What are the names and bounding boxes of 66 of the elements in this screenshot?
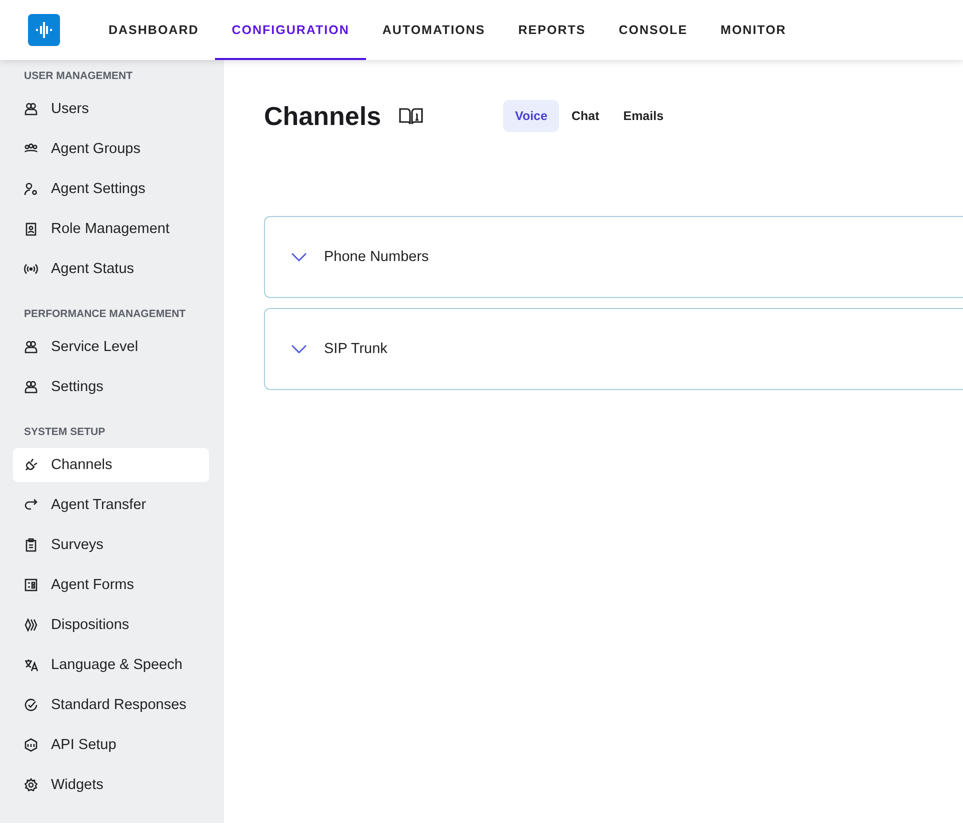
sidebar-item[interactable]: Widgets [13, 768, 209, 802]
sidebar-label: Agent Settings [51, 181, 146, 197]
sidebar-label: Users [51, 101, 89, 117]
section-heading: PERFORMANCE MANAGEMENT [23, 308, 187, 320]
sidebar-label: Agent Status [51, 261, 134, 277]
page-title: Channels [264, 100, 382, 132]
sidebar-label: Channels [51, 457, 112, 473]
panel-title: SIP Trunk [324, 341, 388, 357]
nav-tab[interactable]: MONITOR [704, 0, 803, 60]
sidebar-label: Standard Responses [51, 697, 186, 713]
accordion-panel[interactable]: Phone Numbers [264, 216, 963, 298]
check-circle-icon [24, 698, 38, 712]
clipboard-icon [24, 538, 38, 552]
sidebar-item[interactable]: Agent Groups [13, 132, 209, 166]
users-icon [24, 380, 38, 394]
sidebar-label: Agent Groups [51, 141, 140, 157]
redirect-arrow-icon [24, 498, 38, 512]
logo-icon [28, 14, 60, 46]
sidebar-item[interactable]: Service Level [13, 330, 209, 364]
nav-tab[interactable]: REPORTS [502, 0, 602, 60]
translate-icon [24, 658, 38, 672]
nav-tab[interactable]: AUTOMATIONS [366, 0, 502, 60]
sidebar-label: Surveys [51, 537, 104, 553]
sidebar-label: Settings [51, 379, 104, 395]
sidebar-label: API Setup [51, 737, 116, 753]
sidebar-item[interactable]: API Setup [13, 728, 209, 762]
panel-title: Phone Numbers [324, 249, 429, 265]
signal-icon [24, 262, 38, 276]
sidebar-item[interactable]: Agent Forms [13, 568, 209, 602]
book-info-icon[interactable] [399, 107, 424, 125]
sidebar-item[interactable]: Users [13, 92, 209, 126]
sidebar-label: Role Management [51, 221, 170, 237]
sidebar-item[interactable]: Agent Transfer [13, 488, 209, 522]
sidebar-item[interactable]: Language & Speech [13, 648, 209, 682]
sidebar-item[interactable]: Settings [13, 370, 209, 404]
users-icon [24, 102, 38, 116]
sidebar-item[interactable]: Role Management [13, 212, 209, 246]
sidebar-item[interactable]: Agent Status [13, 252, 209, 286]
sidebar-label: Agent Transfer [51, 497, 146, 513]
channel-tab[interactable]: Voice [503, 100, 560, 132]
sidebar-label: Service Level [51, 339, 138, 355]
hexagon-icon [24, 738, 38, 752]
users-icon [24, 340, 38, 354]
sidebar-item[interactable]: Dispositions [13, 608, 209, 642]
section-heading: USER MANAGEMENT [23, 70, 134, 82]
form-icon [24, 578, 38, 592]
nav-tab[interactable]: DASHBOARD [92, 0, 216, 60]
sidebar-label: Language & Speech [51, 657, 182, 673]
badge-icon [24, 222, 38, 236]
nav-tab[interactable]: CONFIGURATION [215, 0, 366, 60]
sidebar-label: Widgets [51, 777, 104, 793]
section-heading: SYSTEM SETUP [23, 426, 106, 438]
sidebar-label: Dispositions [51, 617, 130, 633]
gear-icon [24, 778, 38, 792]
plug-icon [24, 458, 38, 472]
sidebar-item[interactable]: Channels [13, 448, 209, 482]
sidebar-item[interactable]: Agent Settings [13, 172, 209, 206]
person-gear-icon [24, 182, 38, 196]
accordion-panel[interactable]: SIP Trunk [264, 308, 963, 390]
chevrons-icon [24, 618, 38, 632]
sidebar-item[interactable]: Surveys [13, 528, 209, 562]
channel-tab[interactable]: Chat [559, 100, 612, 132]
sidebar-label: Agent Forms [51, 577, 134, 593]
sidebar-item[interactable]: Standard Responses [13, 688, 209, 722]
nav-tab[interactable]: CONSOLE [602, 0, 704, 60]
channel-tab[interactable]: Emails [611, 100, 676, 132]
